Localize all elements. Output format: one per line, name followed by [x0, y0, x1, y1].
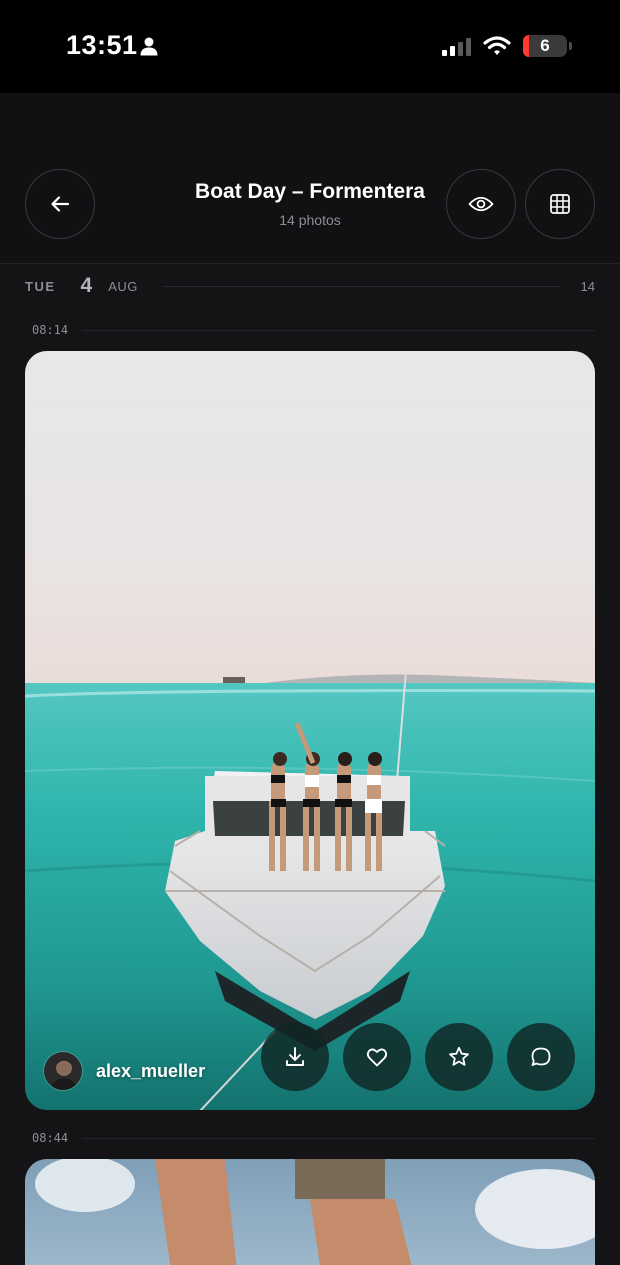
download-icon [286, 1047, 304, 1066]
photo-time: 08:14 [32, 323, 69, 337]
date-month: AUG [108, 278, 138, 294]
cellular-signal-icon [442, 36, 471, 56]
back-arrow-icon [51, 196, 70, 212]
photo-card[interactable]: alex_mueller [25, 351, 595, 1110]
photo-time-divider: 08:44 [32, 1128, 595, 1148]
status-bar: 13:51 6 [0, 0, 620, 93]
comment-button[interactable] [507, 1023, 575, 1091]
divider-line [82, 1137, 595, 1139]
heart-icon [366, 1048, 388, 1067]
divider-line [82, 329, 595, 331]
grid-icon [550, 194, 570, 214]
photo-time-divider: 08:14 [32, 320, 595, 340]
grid-view-button[interactable] [525, 169, 595, 239]
divider-line [162, 285, 561, 287]
date-day: 4 [80, 274, 93, 297]
back-button[interactable] [25, 169, 95, 239]
eye-icon [468, 196, 494, 212]
download-button[interactable] [261, 1023, 329, 1091]
photo-image [25, 1159, 595, 1265]
date-divider: TUE 4 AUG 14 [25, 272, 595, 300]
boat-photo [25, 351, 595, 1110]
like-button[interactable] [343, 1023, 411, 1091]
star-icon [449, 1046, 469, 1066]
uploader[interactable]: alex_mueller [43, 1051, 205, 1091]
comment-icon [531, 1047, 551, 1066]
album-header: Boat Day – Formentera 14 photos [0, 93, 620, 264]
wifi-icon [483, 36, 511, 55]
date-photo-count: 14 [580, 278, 595, 294]
status-indicators: 6 [442, 33, 572, 59]
avatar-image [44, 1052, 82, 1090]
photo-time: 08:44 [32, 1131, 69, 1145]
favorite-button[interactable] [425, 1023, 493, 1091]
uploader-name[interactable]: alex_mueller [96, 1061, 205, 1082]
battery-icon: 6 [523, 35, 572, 57]
avatar[interactable] [43, 1051, 83, 1091]
person-icon [140, 37, 158, 56]
photo-card[interactable] [25, 1159, 595, 1265]
view-button[interactable] [446, 169, 516, 239]
battery-level: 6 [540, 36, 550, 55]
date-weekday: TUE [25, 278, 56, 294]
status-time: 13:51 [66, 30, 138, 60]
